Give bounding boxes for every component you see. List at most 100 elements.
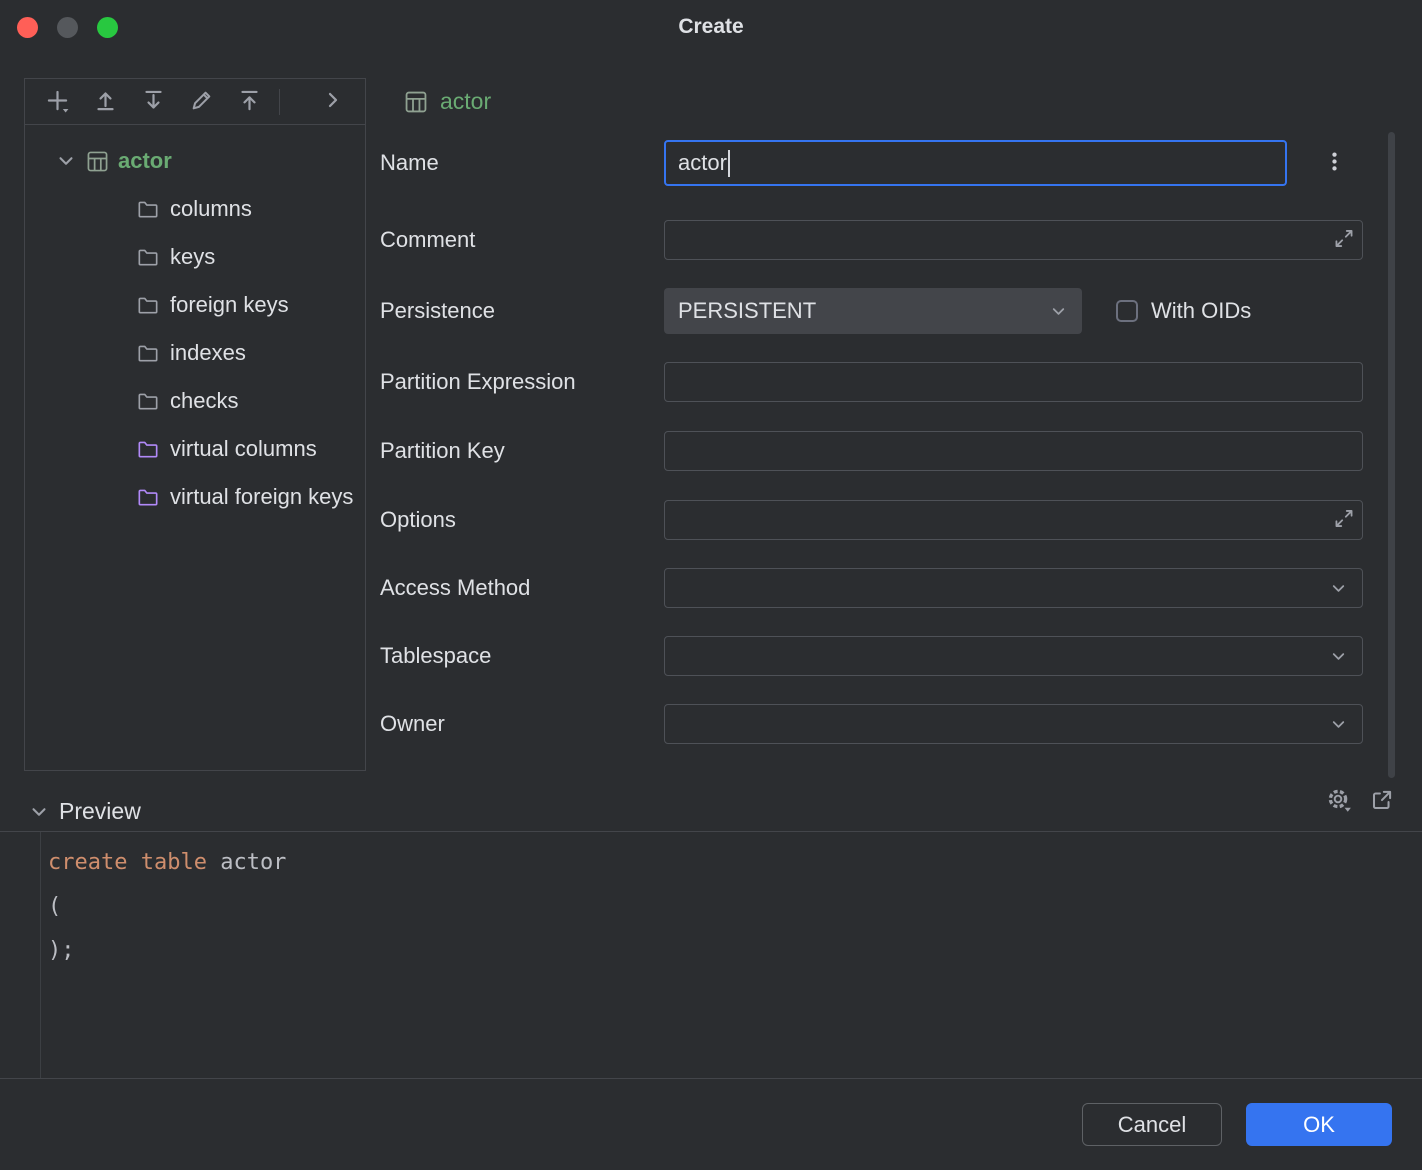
virtual-folder-icon [137, 438, 159, 460]
chevron-down-icon[interactable] [55, 150, 77, 172]
access-method-label: Access Method [380, 575, 664, 601]
with-oids-group[interactable]: With OIDs [1116, 298, 1251, 324]
arrow-up-to-line-icon [237, 88, 262, 116]
move-down-button[interactable] [129, 85, 177, 119]
sql-line: ( [48, 894, 61, 919]
persistence-select[interactable]: PERSISTENT [664, 288, 1082, 334]
structure-toolbar [25, 79, 365, 125]
chevron-down-icon [1329, 715, 1348, 734]
name-label: Name [380, 150, 664, 176]
titlebar: Create [0, 0, 1422, 56]
options-label: Options [380, 507, 664, 533]
chevron-right-icon [321, 88, 345, 115]
open-in-editor-button[interactable] [1369, 788, 1394, 816]
partition-expression-row: Partition Expression [380, 362, 1363, 402]
sql-preview-editor[interactable]: create table actor ( ); [0, 832, 1422, 1078]
tablespace-row: Tablespace [380, 636, 1363, 676]
tree-item-virtual-foreign-keys[interactable]: virtual foreign keys [25, 473, 365, 521]
name-row: Name actor [380, 140, 1363, 186]
partition-key-label: Partition Key [380, 438, 664, 464]
footer-divider [0, 1078, 1422, 1079]
preview-settings-button[interactable] [1326, 787, 1353, 817]
move-down-icon [141, 88, 166, 116]
tree-item-label: indexes [170, 340, 246, 366]
tree-item-label: virtual foreign keys [170, 484, 353, 510]
tree-item-label: foreign keys [170, 292, 289, 318]
virtual-folder-icon [137, 486, 159, 508]
comment-label: Comment [380, 227, 664, 253]
access-method-select[interactable] [664, 568, 1363, 608]
partition-expression-input[interactable] [664, 362, 1363, 402]
gear-icon [1326, 787, 1353, 817]
tree-item-label: actor [118, 148, 172, 174]
tablespace-select[interactable] [664, 636, 1363, 676]
partition-expression-label: Partition Expression [380, 369, 664, 395]
name-input[interactable]: actor [664, 140, 1287, 186]
expand-icon [1333, 508, 1355, 533]
edit-button[interactable] [177, 85, 225, 119]
chevron-down-icon [1329, 579, 1348, 598]
persistence-row: Persistence PERSISTENT With OIDs [380, 288, 1363, 334]
preview-toggle[interactable]: Preview [28, 798, 141, 825]
name-input-value: actor [678, 150, 727, 176]
folder-icon [137, 246, 159, 268]
comment-input[interactable] [664, 220, 1363, 260]
window-title: Create [0, 15, 1422, 39]
tree-item-label: keys [170, 244, 215, 270]
move-up-icon [93, 88, 118, 116]
tree-item-virtual-columns[interactable]: virtual columns [25, 425, 365, 473]
tree-item-label: virtual columns [170, 436, 317, 462]
partition-key-row: Partition Key [380, 431, 1363, 471]
add-icon [45, 88, 70, 116]
tree-item-label: columns [170, 196, 252, 222]
collapse-panel-button[interactable] [309, 85, 357, 119]
tree-item-actor[interactable]: actor [25, 137, 365, 185]
text-caret [728, 150, 730, 177]
folder-icon [137, 294, 159, 316]
expand-options-button[interactable] [1333, 508, 1355, 533]
send-to-top-button[interactable] [225, 85, 273, 119]
editor-header: actor [404, 88, 491, 115]
editor-header-title: actor [440, 88, 491, 115]
tree-item-columns[interactable]: columns [25, 185, 365, 233]
expand-icon [1333, 228, 1355, 253]
edit-icon [189, 88, 214, 116]
with-oids-checkbox[interactable] [1116, 300, 1138, 322]
cancel-button[interactable]: Cancel [1082, 1103, 1222, 1146]
editor-gutter-divider [40, 832, 41, 1078]
chevron-down-icon [1049, 302, 1068, 321]
table-icon [86, 150, 109, 173]
owner-label: Owner [380, 711, 664, 737]
persistence-label: Persistence [380, 298, 664, 324]
form-scrollbar[interactable] [1388, 132, 1395, 778]
toolbar-separator [279, 89, 280, 115]
name-options-button[interactable] [1323, 150, 1346, 176]
access-method-row: Access Method [380, 568, 1363, 608]
owner-row: Owner [380, 704, 1363, 744]
tree-item-checks[interactable]: checks [25, 377, 365, 425]
tree-item-keys[interactable]: keys [25, 233, 365, 281]
tree-item-foreign-keys[interactable]: foreign keys [25, 281, 365, 329]
tree-item-indexes[interactable]: indexes [25, 329, 365, 377]
partition-key-input[interactable] [664, 431, 1363, 471]
ok-button[interactable]: OK [1246, 1103, 1392, 1146]
chevron-down-icon [1329, 647, 1348, 666]
structure-panel: actor columns keys foreign keys indexes … [24, 78, 366, 771]
open-in-new-icon [1369, 788, 1394, 816]
object-tree: actor columns keys foreign keys indexes … [25, 125, 365, 521]
preview-actions [1326, 787, 1394, 817]
options-row: Options [380, 500, 1363, 540]
sql-line: create table actor [48, 850, 286, 875]
folder-icon [137, 390, 159, 412]
sql-line: ); [48, 938, 75, 963]
add-button[interactable] [33, 85, 81, 119]
chevron-down-icon [28, 801, 50, 823]
kebab-menu-icon [1323, 150, 1346, 176]
owner-select[interactable] [664, 704, 1363, 744]
table-form: Name actor Comment Persistence PERSISTEN… [380, 140, 1363, 754]
move-up-button[interactable] [81, 85, 129, 119]
persistence-value: PERSISTENT [678, 298, 816, 324]
expand-comment-button[interactable] [1333, 228, 1355, 253]
tree-item-label: checks [170, 388, 238, 414]
options-input[interactable] [664, 500, 1363, 540]
